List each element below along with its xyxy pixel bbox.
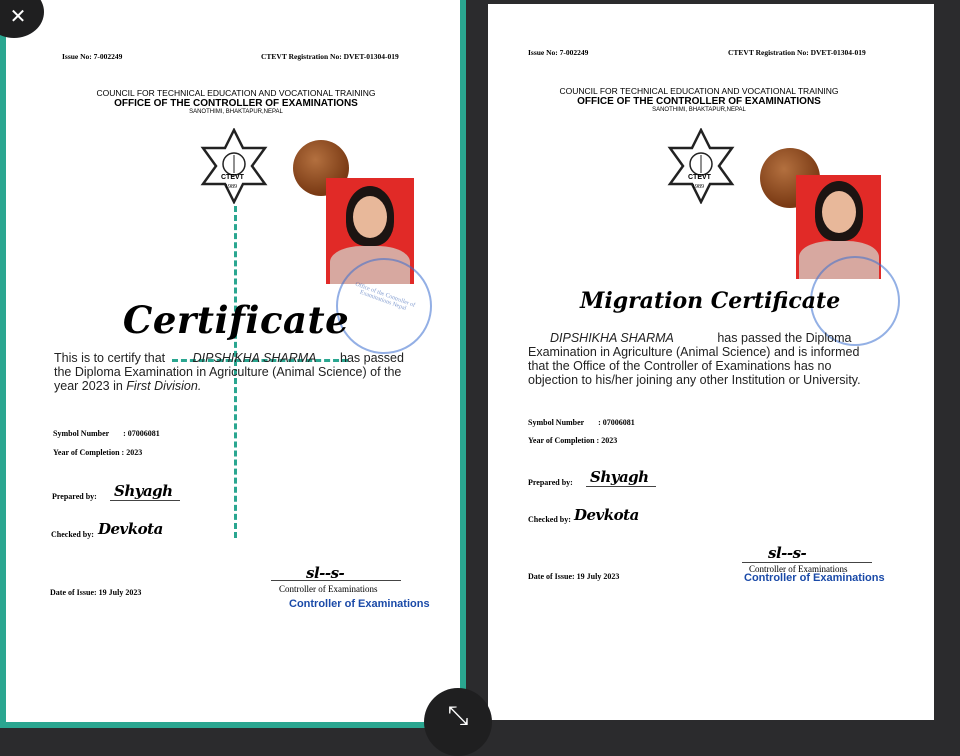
body-suffix: has passed (340, 351, 404, 365)
student-name: DIPSHIKHA SHARMA (192, 351, 317, 365)
controller-title: Controller of Examinations (279, 584, 378, 594)
symbol-label: Symbol Number (528, 418, 585, 427)
migration-title: Migration Certificate (580, 288, 841, 314)
issue-number: Issue No: 7-002249 (528, 48, 589, 57)
header-block: COUNCIL FOR TECHNICAL EDUCATION AND VOCA… (534, 86, 864, 113)
controller-stamp: Controller of Examinations (744, 572, 885, 584)
issue-number: Issue No: 7-002249 (62, 52, 123, 61)
body-suffix: has passed the Diploma (717, 331, 852, 345)
ctevt-logo-icon: CTEVT 1989 (199, 127, 269, 205)
checked-signature: Devkota (98, 520, 163, 538)
year-value: 2023 (126, 448, 143, 457)
body-prefix: This is to certify that (54, 351, 166, 365)
student-name: DIPSHIKHA SHARMA (550, 331, 674, 345)
office-name: OFFICE OF THE CONTROLLER OF EXAMINATIONS (577, 96, 821, 107)
year-label: Year of Completion : (53, 448, 125, 457)
controller-stamp: Controller of Examinations (289, 598, 430, 610)
date-value: 19 July 2023 (576, 572, 620, 581)
symbol-row: Symbol Number : 07006081 (53, 429, 160, 438)
council-name: COUNCIL FOR TECHNICAL EDUCATION AND VOCA… (96, 88, 376, 98)
controller-underline (271, 580, 401, 581)
prepared-signature: Shyagh (114, 482, 173, 500)
migration-certificate-document[interactable]: Issue No: 7-002249 CTEVT Registration No… (488, 4, 934, 720)
symbol-value: : 07006081 (598, 418, 635, 427)
body-line-4: objection to his/her joining any other I… (528, 373, 861, 387)
expand-icon: ⤡ (447, 700, 469, 731)
office-name: OFFICE OF THE CONTROLLER OF EXAMINATIONS (114, 98, 358, 109)
date-label: Date of Issue: (50, 588, 97, 597)
registration-number: CTEVT Registration No: DVET-01304-019 (261, 52, 399, 61)
body-line-2: Examination in Agriculture (Animal Scien… (528, 345, 860, 359)
controller-signature: sl--s- (768, 544, 807, 562)
body-line-2: the Diploma Examination in Agriculture (… (54, 365, 402, 379)
certificate-document[interactable]: Issue No: 7-002249 CTEVT Registration No… (0, 0, 466, 728)
symbol-label: Symbol Number (53, 429, 110, 438)
prepared-underline (110, 500, 180, 501)
close-icon: ✕ (9, 4, 27, 28)
year-value: 2023 (601, 436, 618, 445)
expand-button[interactable]: ⤡ (424, 688, 492, 756)
issue-date-row: Date of Issue: 19 July 2023 (50, 588, 141, 597)
issue-date-row: Date of Issue: 19 July 2023 (528, 572, 619, 581)
year-label: Year of Completion : (528, 436, 600, 445)
symbol-row: Symbol Number : 07006081 (528, 418, 635, 427)
prepared-label: Prepared by: (528, 478, 573, 487)
checked-label: Checked by: (51, 530, 94, 539)
logo-text: CTEVT (221, 174, 244, 181)
office-address: SANOTHIMI, BHAKTAPUR,NEPAL (189, 109, 283, 115)
year-row: Year of Completion : 2023 (53, 448, 142, 457)
body-line-3: year 2023 in (54, 379, 123, 393)
registration-number: CTEVT Registration No: DVET-01304-019 (728, 48, 866, 57)
date-label: Date of Issue: (528, 572, 575, 581)
council-name: COUNCIL FOR TECHNICAL EDUCATION AND VOCA… (559, 86, 839, 96)
office-address: SANOTHIMI, BHAKTAPUR,NEPAL (652, 107, 746, 113)
logo-year: 1989 (692, 184, 704, 190)
logo-year: 1989 (225, 184, 237, 190)
migration-body: DIPSHIKHA SHARMA has passed the Diploma … (528, 331, 918, 387)
logo-text: CTEVT (688, 174, 711, 181)
checked-signature: Devkota (574, 506, 639, 524)
ctevt-logo-icon: CTEVT 1989 (666, 127, 736, 205)
year-row: Year of Completion : 2023 (528, 436, 617, 445)
prepared-signature: Shyagh (590, 468, 649, 486)
checked-label: Checked by: (528, 515, 571, 524)
prepared-label: Prepared by: (52, 492, 97, 501)
certificate-title: Certificate (122, 298, 350, 342)
header-block: COUNCIL FOR TECHNICAL EDUCATION AND VOCA… (66, 88, 406, 115)
body-line-3: that the Office of the Controller of Exa… (528, 359, 832, 373)
prepared-underline (586, 486, 656, 487)
certificate-body: This is to certify that DIPSHIKHA SHARMA… (54, 351, 426, 393)
symbol-value: : 07006081 (123, 429, 160, 438)
date-value: 19 July 2023 (98, 588, 142, 597)
controller-underline (742, 562, 872, 563)
division: First Division. (126, 379, 202, 393)
